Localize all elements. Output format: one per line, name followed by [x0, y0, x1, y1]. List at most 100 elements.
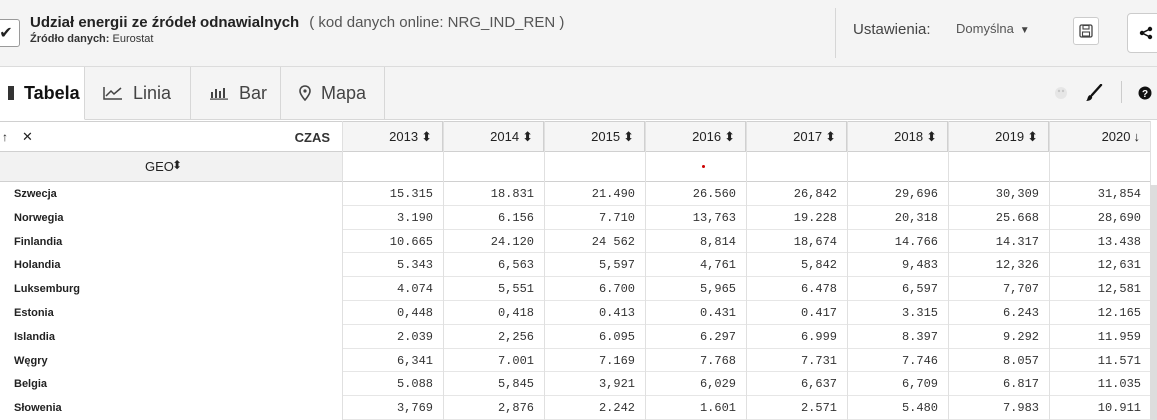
table-cell: 2.039 [396, 329, 433, 344]
settings-label: Ustawienia: [853, 21, 931, 38]
sort-icon: ⬍ [172, 158, 183, 172]
column-divider [1049, 121, 1050, 420]
table-cell: 6.700 [598, 282, 635, 297]
table-cell: 3.315 [901, 306, 938, 320]
table-cell: 11.959 [1097, 329, 1141, 344]
tab-map[interactable]: Mapa [281, 67, 385, 119]
settings-dropdown[interactable]: Domyślna ▼ [956, 21, 1030, 36]
caret-down-icon: ▼ [1019, 25, 1030, 36]
table-cell: 25.668 [995, 210, 1039, 225]
dataset-title-text: Udział energii ze źródeł odnawialnych [30, 14, 300, 31]
table-cell: 5,842 [800, 258, 837, 273]
table-cell: 8.057 [1002, 353, 1039, 368]
table-cell: 6,597 [901, 282, 938, 297]
dataset-code: ( kod danych online: NRG_IND_REN ) [309, 14, 565, 31]
table-cell: 5.480 [901, 401, 938, 416]
table-cell: 0.431 [699, 306, 736, 320]
table-cell: 0,418 [497, 306, 534, 320]
table-icon [8, 86, 14, 100]
data-source: Źródło danych: Eurostat [30, 33, 153, 45]
geo-label: GEO [145, 159, 174, 174]
settings-value: Domyślna [956, 21, 1014, 36]
sort-icon: ⬍ [926, 128, 937, 144]
year-header-2020[interactable]: 2020 ↓ [1049, 121, 1151, 152]
bar-chart-icon [209, 86, 229, 100]
row-geo-label: Norwegia [14, 211, 64, 224]
table-cell: 0.413 [598, 306, 635, 320]
table-cell: 6.095 [598, 329, 635, 344]
column-divider [948, 121, 949, 420]
table-cell: 6.478 [800, 282, 837, 297]
table-cell: 13.438 [1097, 234, 1141, 249]
table-cell: 24.120 [490, 234, 534, 249]
year-label: 2013 [389, 129, 419, 144]
year-label: 2020 [1101, 129, 1131, 144]
table-cell: 5.343 [396, 258, 433, 273]
brush-icon [1086, 84, 1103, 101]
year-header-2013[interactable]: 2013 ⬍ [342, 121, 443, 152]
row-geo-label: Finlandia [14, 235, 63, 248]
table-cell: 2.571 [800, 401, 837, 416]
tab-bar[interactable]: Bar [191, 67, 281, 119]
column-divider [847, 121, 848, 420]
row-geo-label: Islandia [14, 330, 55, 343]
table-cell: 6,029 [699, 377, 736, 392]
year-header-2017[interactable]: 2017 ⬍ [746, 121, 847, 152]
year-header-2014[interactable]: 2014 ⬍ [443, 121, 544, 152]
row-geo-label: Holandia [14, 259, 61, 272]
year-label: 2019 [995, 129, 1025, 144]
help-button[interactable]: ? [1138, 67, 1152, 119]
year-label: 2015 [591, 129, 621, 144]
vertical-scrollbar[interactable] [1150, 185, 1157, 420]
palette-button[interactable] [1054, 67, 1068, 119]
year-header-2016[interactable]: 2016 ⬍ [645, 121, 746, 152]
map-pin-icon [299, 85, 311, 101]
table-cell: 6,563 [497, 258, 534, 273]
year-label: 2017 [793, 129, 823, 144]
year-header-2018[interactable]: 2018 ⬍ [847, 121, 948, 152]
table-cell: 8.397 [901, 329, 938, 344]
tab-table-label: Tabela [24, 82, 80, 103]
table-cell: 26,842 [793, 187, 837, 201]
table-cell: 18.831 [490, 187, 534, 201]
table-cell: 5,965 [699, 282, 736, 297]
dataset-checkbox[interactable]: ✔ [0, 19, 20, 47]
table-cell: 7.768 [699, 353, 736, 368]
table-cell: 15.315 [389, 187, 433, 201]
column-divider [443, 121, 444, 420]
table-cell: 6.999 [800, 329, 837, 344]
table-cell: 12,631 [1097, 258, 1141, 273]
table-cell: 6.156 [497, 210, 534, 225]
share-button[interactable] [1127, 13, 1157, 53]
brush-button[interactable] [1085, 67, 1103, 119]
dataset-title: Udział energii ze źródeł odnawialnych ( k… [30, 14, 564, 31]
geo-header-cell[interactable]: GEO ⬍ [0, 152, 342, 182]
column-divider [746, 121, 747, 420]
table-cell: 7,707 [1002, 282, 1039, 297]
tab-table[interactable]: Tabela [0, 67, 85, 120]
table-cell: 7.710 [598, 210, 635, 225]
table-cell: 9,483 [901, 258, 938, 273]
table-cell: 11.571 [1097, 353, 1141, 368]
table-cell: 12,326 [995, 258, 1039, 273]
help-icon: ? [1138, 86, 1152, 100]
year-label: 2014 [490, 129, 520, 144]
year-label: 2016 [692, 129, 722, 144]
year-header-2019[interactable]: 2019 ⬍ [948, 121, 1049, 152]
table-cell: 20,318 [894, 210, 938, 225]
row-geo-label: Słowenia [14, 402, 62, 415]
check-icon: ✔ [0, 25, 13, 42]
table-cell: 13,763 [692, 210, 736, 225]
table-cell: 6.243 [1002, 306, 1039, 320]
arrow-up-icon[interactable]: ↑ [2, 130, 8, 144]
table-cell: 4,761 [699, 258, 736, 273]
save-button[interactable] [1073, 17, 1099, 45]
year-header-2015[interactable]: 2015 ⬍ [544, 121, 645, 152]
table-cell: 2,256 [497, 329, 534, 344]
column-divider [544, 121, 545, 420]
tab-line[interactable]: Linia [85, 67, 191, 119]
swap-axes-icon[interactable]: ✕ [22, 129, 33, 145]
table-cell: 10.911 [1097, 401, 1141, 416]
sort-desc-icon: ↓ [1133, 129, 1141, 144]
table-cell: 26.560 [692, 187, 736, 201]
